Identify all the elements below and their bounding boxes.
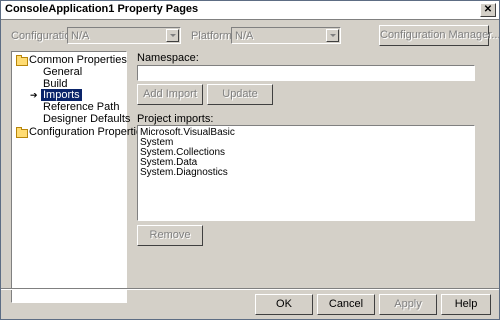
ok-button[interactable]: OK: [255, 294, 313, 315]
configuration-select[interactable]: N/A: [67, 27, 181, 44]
ok-label: OK: [276, 298, 292, 310]
tree-item-configuration-properties[interactable]: Configuration Properties: [29, 126, 148, 138]
property-tree[interactable]: Common Properties General Build ➔ Import…: [11, 51, 148, 303]
platform-value: N/A: [235, 30, 254, 42]
platform-select[interactable]: N/A: [231, 27, 341, 44]
title-bar: ConsoleApplication1 Property Pages: [1, 1, 499, 20]
window-title: ConsoleApplication1 Property Pages: [5, 3, 199, 15]
remove-label: Remove: [149, 229, 191, 241]
configuration-manager-button[interactable]: Configuration Manager...: [379, 25, 499, 46]
configuration-value: N/A: [71, 30, 90, 42]
chevron-down-icon[interactable]: [166, 29, 179, 42]
apply-button[interactable]: Apply: [379, 294, 437, 315]
add-import-button[interactable]: Add Import: [137, 84, 203, 105]
configuration-manager-label: Configuration Manager...: [380, 29, 500, 41]
chevron-down-icon[interactable]: [326, 29, 339, 42]
cancel-button[interactable]: Cancel: [317, 294, 375, 315]
tree-item-reference-path[interactable]: Reference Path: [43, 101, 119, 113]
apply-label: Apply: [394, 298, 422, 310]
tree-item-common-properties[interactable]: Common Properties: [29, 54, 127, 66]
project-imports-label: Project imports:: [137, 113, 214, 125]
project-imports-list[interactable]: Microsoft.VisualBasic System System.Coll…: [137, 125, 475, 221]
footer-divider: [1, 288, 499, 290]
property-pages-dialog: ConsoleApplication1 Property Pages Confi…: [0, 0, 500, 320]
list-item[interactable]: System.Diagnostics: [140, 168, 472, 178]
close-icon[interactable]: [480, 3, 496, 17]
list-item[interactable]: Microsoft.VisualBasic: [140, 128, 472, 138]
remove-button[interactable]: Remove: [137, 225, 203, 246]
help-label: Help: [454, 298, 478, 310]
tree-item-imports[interactable]: Imports: [41, 89, 82, 101]
platform-label: Platform:: [191, 30, 236, 42]
tree-item-designer-defaults[interactable]: Designer Defaults: [43, 113, 130, 125]
cancel-label: Cancel: [328, 298, 364, 310]
folder-icon: [16, 127, 28, 138]
namespace-input[interactable]: [137, 65, 475, 81]
arrow-right-icon: ➔: [30, 90, 38, 100]
help-button[interactable]: Help: [441, 294, 491, 315]
tree-item-general[interactable]: General: [43, 66, 82, 78]
add-import-label: Add Import: [143, 88, 197, 100]
update-label: Update: [222, 88, 258, 100]
namespace-label: Namespace:: [137, 52, 199, 64]
update-button[interactable]: Update: [207, 84, 273, 105]
folder-icon: [16, 55, 28, 66]
